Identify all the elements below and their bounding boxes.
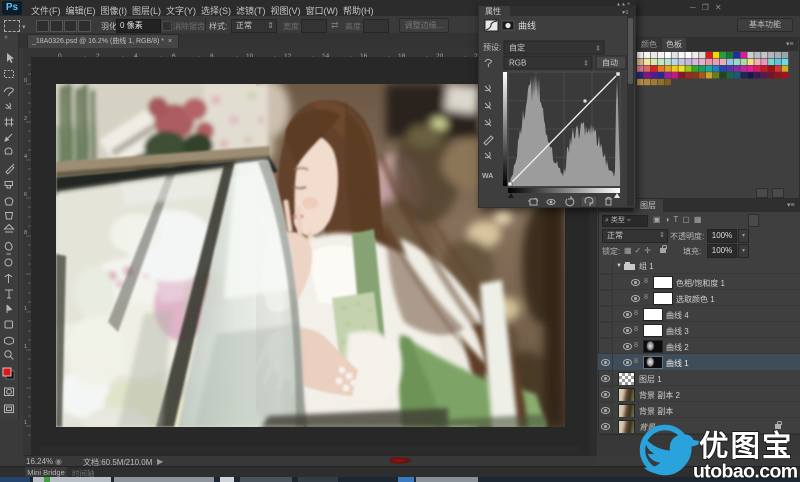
svg-text:自动: 自动 [602, 58, 618, 68]
svg-text:⇕: ⇕ [583, 60, 589, 68]
svg-text:▾≡: ▾≡ [622, 10, 629, 16]
svg-text:1: 1 [24, 420, 27, 426]
svg-text:属性: 属性 [485, 6, 501, 16]
svg-text:优图宝: 优图宝 [699, 429, 794, 463]
svg-text:自定: 自定 [509, 43, 525, 53]
svg-text:预设:: 预设: [483, 42, 501, 52]
svg-text:WA: WA [482, 173, 493, 180]
svg-text:▲▲ ≡: ▲▲ ≡ [616, 2, 630, 8]
svg-text:RGB: RGB [509, 59, 526, 68]
svg-text:曲线: 曲线 [518, 20, 536, 31]
svg-text:8: 8 [24, 230, 27, 236]
svg-text:1: 1 [24, 306, 27, 312]
svg-text:2: 2 [24, 116, 27, 122]
svg-text:1: 1 [24, 344, 27, 350]
svg-text:0: 0 [24, 78, 27, 84]
svg-text:utobao.com: utobao.com [693, 461, 798, 482]
svg-text:6: 6 [24, 192, 27, 198]
svg-text:4: 4 [24, 154, 27, 160]
svg-text:⇕: ⇕ [595, 45, 601, 53]
